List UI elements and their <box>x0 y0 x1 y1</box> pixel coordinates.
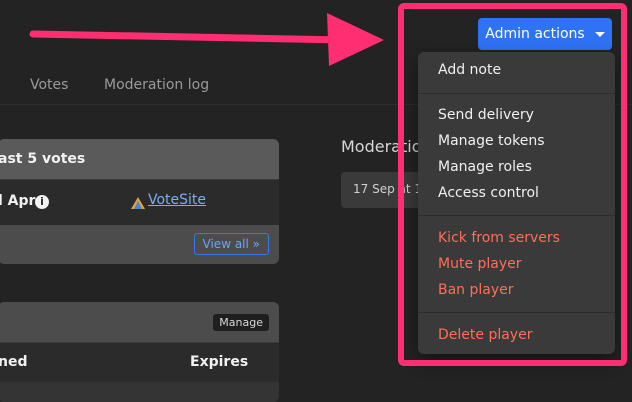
annotation-arrow-icon <box>29 13 384 66</box>
